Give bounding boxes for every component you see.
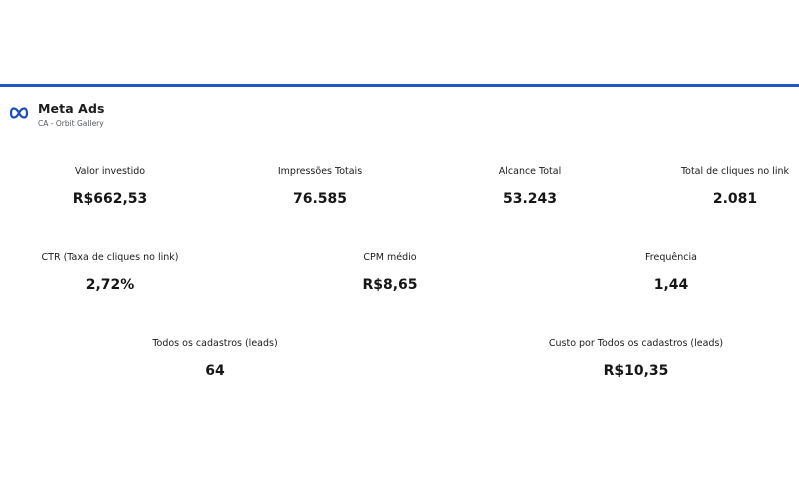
metric-label: Custo por Todos os cadastros (leads) [548,338,724,349]
meta-logo-icon [9,107,29,119]
metric-value: 53.243 [502,191,558,207]
metric-value: 2,72% [85,277,135,293]
metric-value: R$662,53 [72,191,148,207]
metric-label: Frequência [645,252,697,263]
metric-label: CTR (Taxa de cliques no link) [41,252,179,263]
metric-value: 1,44 [653,277,689,293]
metric-valor-investido: Valor investido R$662,53 [73,166,148,208]
metric-value: 64 [205,363,225,379]
app-title: Meta Ads [38,101,105,116]
dashboard-page: Meta Ads CA - Orbit Gallery Valor invest… [0,0,799,477]
metric-label: Alcance Total [498,166,562,177]
metric-label: Todos os cadastros (leads) [152,338,278,349]
metric-label: Total de cliques no link [680,166,790,177]
metric-label: CPM médio [363,252,417,263]
metric-value: 2.081 [712,191,758,207]
metric-cpm-medio: CPM médio R$8,65 [362,252,417,294]
metric-ctr: CTR (Taxa de cliques no link) 2,72% [42,252,179,294]
metric-value: R$10,35 [603,363,669,379]
metric-custo-por-cadastro: Custo por Todos os cadastros (leads) R$1… [549,338,723,380]
metric-alcance-total: Alcance Total 53.243 [499,166,561,208]
metric-todos-cadastros: Todos os cadastros (leads) 64 [152,338,277,380]
account-subtitle: CA - Orbit Gallery [38,119,104,128]
metric-value: R$8,65 [362,277,418,293]
metric-value: 76.585 [292,191,348,207]
report-header: Meta Ads CA - Orbit Gallery [8,101,105,130]
metric-label: Impressões Totais [277,166,363,177]
metric-label: Valor investido [74,166,146,177]
metric-frequencia: Frequência 1,44 [645,252,697,294]
top-accent-rule [0,84,799,87]
metric-total-cliques-link: Total de cliques no link 2.081 [681,166,789,208]
metric-impressoes-totais: Impressões Totais 76.585 [278,166,362,208]
